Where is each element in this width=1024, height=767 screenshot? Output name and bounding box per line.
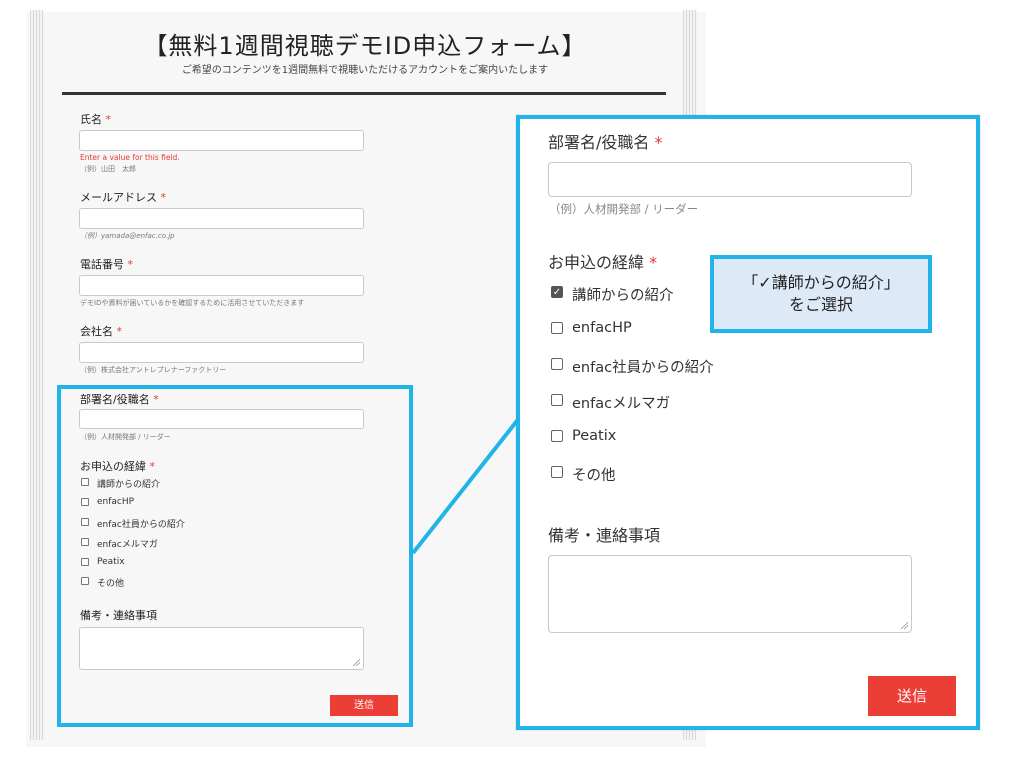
zoom-department-input[interactable] — [548, 162, 912, 197]
checkbox[interactable] — [551, 322, 563, 334]
checkbox[interactable] — [551, 394, 563, 406]
callout-line-1: 「✓講師からの紹介」 — [742, 273, 900, 292]
zoom-notes-label: 備考・連絡事項 — [548, 526, 661, 545]
zoom-reason-label: お申込の経緯 * — [548, 253, 658, 272]
checkbox-checked-icon[interactable]: ✓ — [551, 286, 563, 298]
zoom-submit-button[interactable]: 送信 — [868, 676, 956, 716]
instruction-callout: 「✓講師からの紹介」 をご選択 — [710, 255, 932, 333]
resize-handle-icon[interactable] — [901, 622, 908, 629]
callout-line-2: をご選択 — [788, 295, 853, 314]
zoom-department-label: 部署名/役職名 * — [548, 133, 663, 152]
checkbox[interactable] — [551, 358, 563, 370]
checkbox[interactable] — [551, 430, 563, 442]
required-mark: * — [654, 133, 663, 152]
required-mark: * — [649, 253, 658, 272]
zoom-notes-textarea[interactable] — [548, 555, 912, 633]
zoom-department-hint: （例）人材開発部 / リーダー — [549, 202, 699, 216]
checkbox[interactable] — [551, 466, 563, 478]
